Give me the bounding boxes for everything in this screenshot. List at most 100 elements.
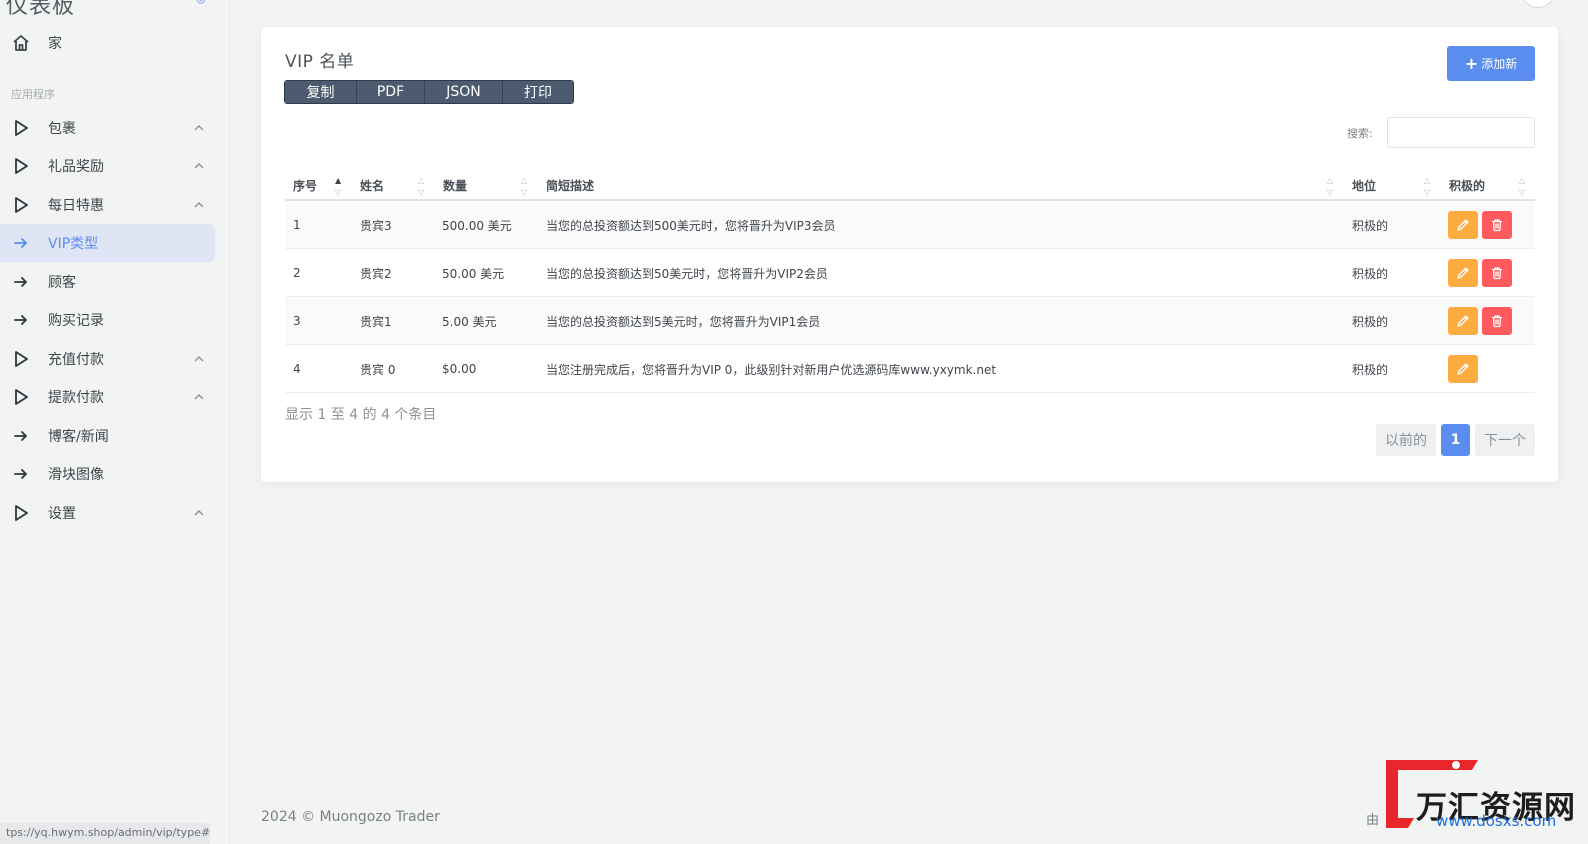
pencil-icon	[1456, 362, 1470, 376]
sidebar-item-deposits[interactable]: 充值付款	[0, 340, 215, 378]
pencil-icon	[1456, 218, 1470, 232]
sort-icon[interactable]: △ ▽	[1424, 174, 1434, 200]
chevron-up-icon	[193, 509, 205, 517]
edit-button[interactable]	[1448, 307, 1478, 335]
pencil-icon	[1456, 314, 1470, 328]
print-button[interactable]: 打印	[503, 81, 573, 103]
pagination-prev-button[interactable]: 以前的	[1376, 424, 1436, 456]
sidebar-item-settings[interactable]: 设置	[0, 494, 215, 532]
sidebar-item-label: 充值付款	[48, 352, 104, 368]
cell-no: 1	[293, 218, 301, 232]
search-input[interactable]	[1387, 117, 1535, 148]
delete-button[interactable]	[1482, 259, 1512, 287]
footer-copyright: 2024 © Muongozo Trader	[261, 809, 440, 825]
cell-no: 4	[293, 362, 301, 376]
home-icon	[11, 33, 31, 53]
play-outline-icon	[11, 156, 31, 176]
pagination-page-1[interactable]: 1	[1441, 424, 1470, 456]
sort-icon[interactable]: △ ▽	[1327, 174, 1337, 200]
sidebar-item-label: 博客/新闻	[48, 429, 109, 445]
sidebar-item-blog-news[interactable]: 博客/新闻	[0, 417, 215, 455]
sidebar-item-label: 家	[48, 36, 62, 52]
add-new-button[interactable]: + 添加新	[1447, 46, 1535, 81]
user-avatar[interactable]	[1520, 0, 1556, 8]
sidebar-item-label: 购买记录	[48, 313, 104, 329]
cell-no: 2	[293, 266, 301, 280]
arrow-right-icon	[11, 233, 31, 253]
copy-button[interactable]: 复制	[285, 81, 357, 103]
sidebar-item-vip-types[interactable]: VIP类型	[0, 224, 215, 262]
sort-icon[interactable]: △ ▽	[521, 174, 531, 200]
col-header-actions[interactable]: 积极的	[1449, 170, 1485, 201]
chevron-up-icon	[193, 201, 205, 209]
table-row: 4 贵宾 0 $0.00 当您注册完成后，您将晋升为VIP 0，此级别针对新用户优选源…	[285, 345, 1535, 393]
col-header-amount[interactable]: 数量	[443, 170, 467, 201]
sidebar-item-home[interactable]: 家	[0, 24, 215, 62]
sidebar-item-slider-images[interactable]: 滑块图像	[0, 455, 215, 493]
search-label: 搜索:	[1347, 127, 1373, 140]
play-outline-icon	[11, 118, 31, 138]
sidebar-toggle-icon[interactable]: ◎	[196, 0, 206, 5]
cell-amount: 500.00 美元	[442, 218, 512, 233]
edit-button[interactable]	[1448, 355, 1478, 383]
cell-description: 当您的总投资额达到500美元时，您将晋升为VIP3会员	[546, 218, 836, 233]
cell-description: 当您的总投资额达到5美元时，您将晋升为VIP1会员	[546, 314, 821, 329]
arrow-right-icon	[11, 426, 31, 446]
play-outline-icon	[11, 503, 31, 523]
sidebar-item-label: VIP类型	[48, 236, 99, 252]
plus-icon: +	[1464, 54, 1479, 73]
table-row: 3 贵宾1 5.00 美元 当您的总投资额达到5美元时，您将晋升为VIP1会员 积极的	[285, 297, 1535, 345]
edit-button[interactable]	[1448, 211, 1478, 239]
arrow-right-icon	[11, 464, 31, 484]
sort-icon[interactable]: ▲ ▽	[335, 174, 345, 200]
sidebar-item-purchase-records[interactable]: 购买记录	[0, 301, 215, 339]
sidebar-item-gift-rewards[interactable]: 礼品奖励	[0, 147, 215, 185]
play-outline-icon	[11, 349, 31, 369]
cell-description: 当您注册完成后，您将晋升为VIP 0，此级别针对新用户优选源码库www.yxym…	[546, 362, 997, 377]
sidebar-item-label: 顾客	[48, 275, 76, 291]
delete-button[interactable]	[1482, 307, 1512, 335]
pdf-button[interactable]: PDF	[357, 81, 425, 103]
sort-icon[interactable]: △ ▽	[418, 174, 428, 200]
sidebar-item-packages[interactable]: 包裹	[0, 109, 215, 147]
cell-name: 贵宾1	[360, 314, 392, 329]
col-header-name[interactable]: 姓名	[360, 170, 384, 201]
chevron-up-icon	[193, 162, 205, 170]
table-row: 1 贵宾3 500.00 美元 当您的总投资额达到500美元时，您将晋升为VIP3会员…	[285, 201, 1535, 249]
cell-amount: $0.00	[442, 362, 477, 376]
cell-name: 贵宾 0	[360, 362, 396, 377]
trash-icon	[1490, 218, 1504, 232]
trash-icon	[1490, 314, 1504, 328]
delete-button[interactable]	[1482, 211, 1512, 239]
play-outline-icon	[11, 387, 31, 407]
footer-credit: 由	[1366, 813, 1380, 828]
sort-icon[interactable]: △ ▽	[1519, 174, 1529, 200]
edit-button[interactable]	[1448, 259, 1478, 287]
sidebar-item-daily-deals[interactable]: 每日特惠	[0, 186, 215, 224]
export-button-group: 复制 PDF JSON 打印	[284, 80, 574, 104]
cell-name: 贵宾2	[360, 266, 392, 281]
add-new-label: 添加新	[1481, 57, 1518, 71]
pencil-icon	[1456, 266, 1470, 280]
json-button[interactable]: JSON	[425, 81, 503, 103]
col-header-no[interactable]: 序号	[293, 170, 317, 201]
sidebar-item-label: 礼品奖励	[48, 159, 104, 175]
sidebar-item-withdrawals[interactable]: 提款付款	[0, 378, 215, 416]
chevron-up-icon	[193, 355, 205, 363]
cell-amount: 5.00 美元	[442, 314, 497, 329]
col-header-status[interactable]: 地位	[1352, 170, 1376, 201]
sidebar: 仪表板 ◎ 家 应用程序 包裹礼品奖励每日特惠 VIP类型顾客购买记录充值付款提款…	[0, 0, 230, 844]
col-header-description[interactable]: 简短描述	[546, 170, 594, 201]
cell-description: 当您的总投资额达到50美元时，您将晋升为VIP2会员	[546, 266, 828, 281]
cell-name: 贵宾3	[360, 218, 392, 233]
pagination-next-button[interactable]: 下一个	[1475, 424, 1535, 456]
brand-title: 仪表板	[6, 0, 76, 19]
sidebar-section-title: 应用程序	[11, 88, 55, 101]
sidebar-item-label: 滑块图像	[48, 467, 104, 483]
table-row: 2 贵宾2 50.00 美元 当您的总投资额达到50美元时，您将晋升为VIP2会员 积极…	[285, 249, 1535, 297]
vip-list-card: VIP 名单 复制 PDF JSON 打印 + 添加新 搜索: 序号 ▲ ▽ 姓名…	[261, 27, 1558, 482]
sidebar-item-label: 设置	[48, 506, 76, 522]
cell-status: 积极的	[1352, 362, 1389, 377]
sidebar-item-customers[interactable]: 顾客	[0, 263, 215, 301]
cell-no: 3	[293, 314, 301, 328]
